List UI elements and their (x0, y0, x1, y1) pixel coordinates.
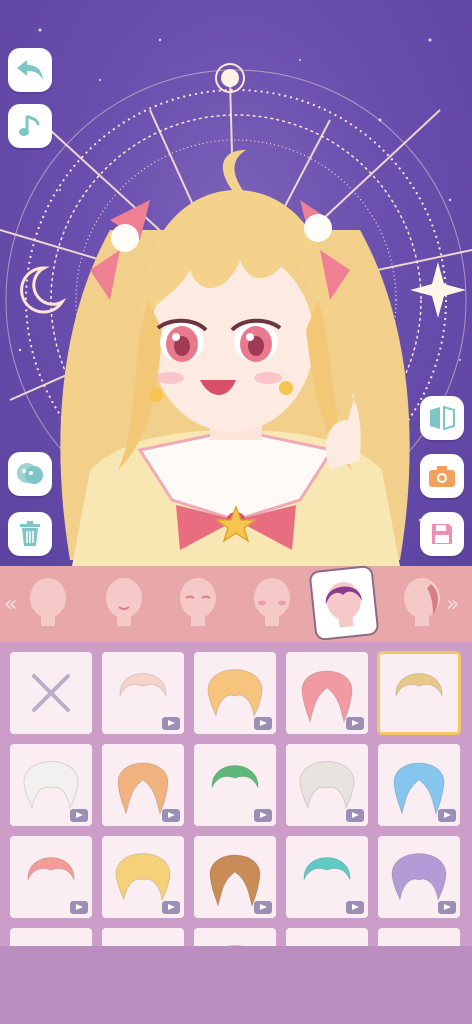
camera-button[interactable] (420, 454, 464, 498)
scroll-left-icon[interactable]: « (4, 592, 17, 617)
hair-item-tile[interactable] (102, 836, 184, 918)
hairstyle-icon (10, 928, 92, 946)
category-hair[interactable] (308, 564, 380, 642)
floppy-icon (432, 524, 452, 544)
bottom-panel (0, 946, 472, 1024)
hair-item-tile[interactable] (286, 744, 368, 826)
hair-item-tile[interactable] (10, 744, 92, 826)
video-ad-icon (346, 717, 364, 730)
hair-item-tile[interactable] (102, 928, 184, 946)
hair-item-tile[interactable] (10, 928, 92, 946)
hair-none-tile[interactable] (10, 652, 92, 734)
flip-button[interactable] (420, 396, 464, 440)
category-face-shape[interactable] (18, 572, 78, 632)
hair-item-tile[interactable] (194, 652, 276, 734)
hair-item-tile[interactable] (102, 744, 184, 826)
side-hair-icon (404, 578, 440, 626)
music-button[interactable] (8, 104, 52, 148)
video-ad-icon (346, 809, 364, 822)
hair-item-tile[interactable] (286, 652, 368, 734)
hair-item-tile[interactable] (378, 744, 460, 826)
hair-item-tile[interactable] (286, 928, 368, 946)
delete-button[interactable] (8, 512, 52, 556)
category-strip: « » (0, 564, 472, 642)
video-ad-icon (438, 809, 456, 822)
hair-item-tile[interactable] (378, 928, 460, 946)
hair-item-tile[interactable] (286, 836, 368, 918)
hair-item-tile[interactable] (194, 744, 276, 826)
category-mouth[interactable] (94, 572, 154, 632)
category-side-hair[interactable] (392, 572, 452, 632)
hair-item-tile[interactable] (102, 652, 184, 734)
video-ad-icon (162, 901, 180, 914)
video-ad-icon (162, 717, 180, 730)
video-ad-icon (346, 901, 364, 914)
camera-icon (429, 466, 455, 487)
trash-icon (20, 521, 40, 546)
category-eyes[interactable] (168, 572, 228, 632)
hair-icon (326, 582, 362, 628)
hairstyle-icon (102, 928, 184, 946)
mouth-icon (106, 578, 142, 626)
hair-item-tile[interactable] (377, 651, 461, 735)
video-ad-icon (70, 809, 88, 822)
hairstyle-icon (378, 928, 460, 946)
video-ad-icon (254, 901, 272, 914)
hairstyle-icon (395, 673, 443, 697)
music-note-icon (19, 114, 40, 136)
video-ad-icon (438, 901, 456, 914)
hair-item-grid (0, 642, 472, 946)
background-button[interactable] (8, 452, 52, 496)
undo-arrow-icon (17, 60, 43, 80)
video-ad-icon (70, 901, 88, 914)
back-button[interactable] (8, 48, 52, 92)
video-ad-icon (254, 809, 272, 822)
hairstyle-icon (286, 928, 368, 946)
hairstyle-icon (227, 945, 243, 946)
hair-item-tile[interactable] (378, 836, 460, 918)
mirror-icon (430, 406, 455, 430)
video-ad-icon (254, 717, 272, 730)
save-button[interactable] (420, 512, 464, 556)
eyes-icon (180, 578, 216, 626)
category-blush[interactable] (242, 572, 302, 632)
blush-icon (254, 578, 290, 626)
hair-item-tile[interactable] (194, 836, 276, 918)
hair-item-tile[interactable] (194, 928, 276, 946)
hair-item-tile[interactable] (10, 836, 92, 918)
mask-icon (17, 463, 43, 484)
none-x-icon (32, 674, 70, 712)
character-stage (0, 0, 472, 566)
magic-circle-background (0, 28, 472, 566)
video-ad-icon (162, 809, 180, 822)
head-outline-icon (30, 578, 66, 626)
